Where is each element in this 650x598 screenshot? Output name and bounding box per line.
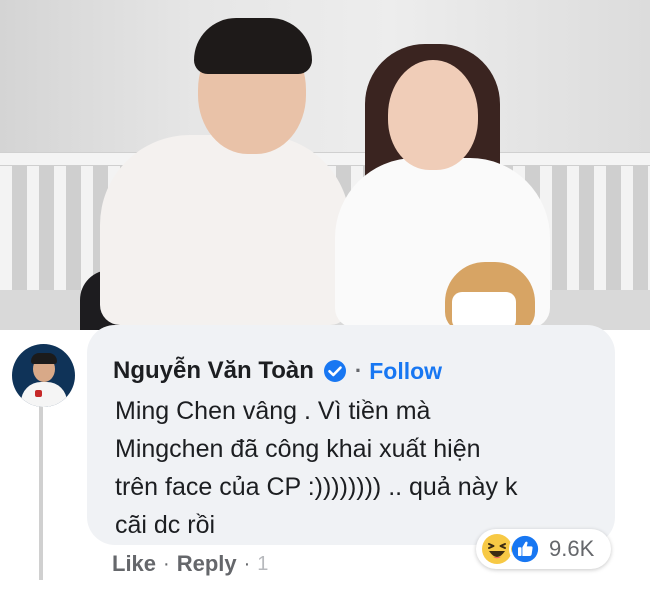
comment-timestamp[interactable]: 1	[257, 553, 268, 576]
header-separator: ·	[354, 358, 363, 383]
photo-wall	[0, 0, 650, 160]
like-icon	[509, 533, 541, 565]
comment-line: Ming Chen vâng . Vì tiền mà	[115, 397, 431, 425]
avatar[interactable]	[12, 344, 75, 407]
reply-button[interactable]: Reply	[177, 551, 237, 577]
comment-actions: Like · Reply · 1	[112, 549, 268, 579]
avatar-shirt	[21, 382, 67, 407]
follow-button[interactable]: Follow	[369, 358, 442, 385]
photo-man-body	[100, 135, 350, 325]
action-separator: ·	[163, 552, 170, 575]
avatar-badge-icon	[35, 390, 42, 397]
photo-man-hair	[194, 18, 312, 74]
avatar-hair	[31, 353, 57, 364]
reaction-count: 9.6K	[549, 536, 595, 561]
action-separator: ·	[243, 552, 251, 575]
comment-line: trên face của CP :)))))))) .. quả này k	[115, 473, 518, 501]
comment-header: Nguyễn Văn Toàn · Follow	[113, 354, 442, 388]
post-photo[interactable]	[0, 0, 650, 330]
thread-line	[39, 400, 43, 580]
comment-text: Ming Chen vâng . Vì tiền mà Mingchen đã …	[115, 392, 610, 544]
author-name[interactable]: Nguyễn Văn Toàn	[113, 357, 314, 385]
photo-woman-head	[388, 60, 478, 170]
like-button[interactable]: Like	[112, 551, 156, 577]
comment-line: Mingchen đã công khai xuất hiện	[115, 435, 481, 463]
verified-badge-icon	[323, 359, 347, 383]
reaction-summary[interactable]: 9.6K	[476, 529, 611, 569]
